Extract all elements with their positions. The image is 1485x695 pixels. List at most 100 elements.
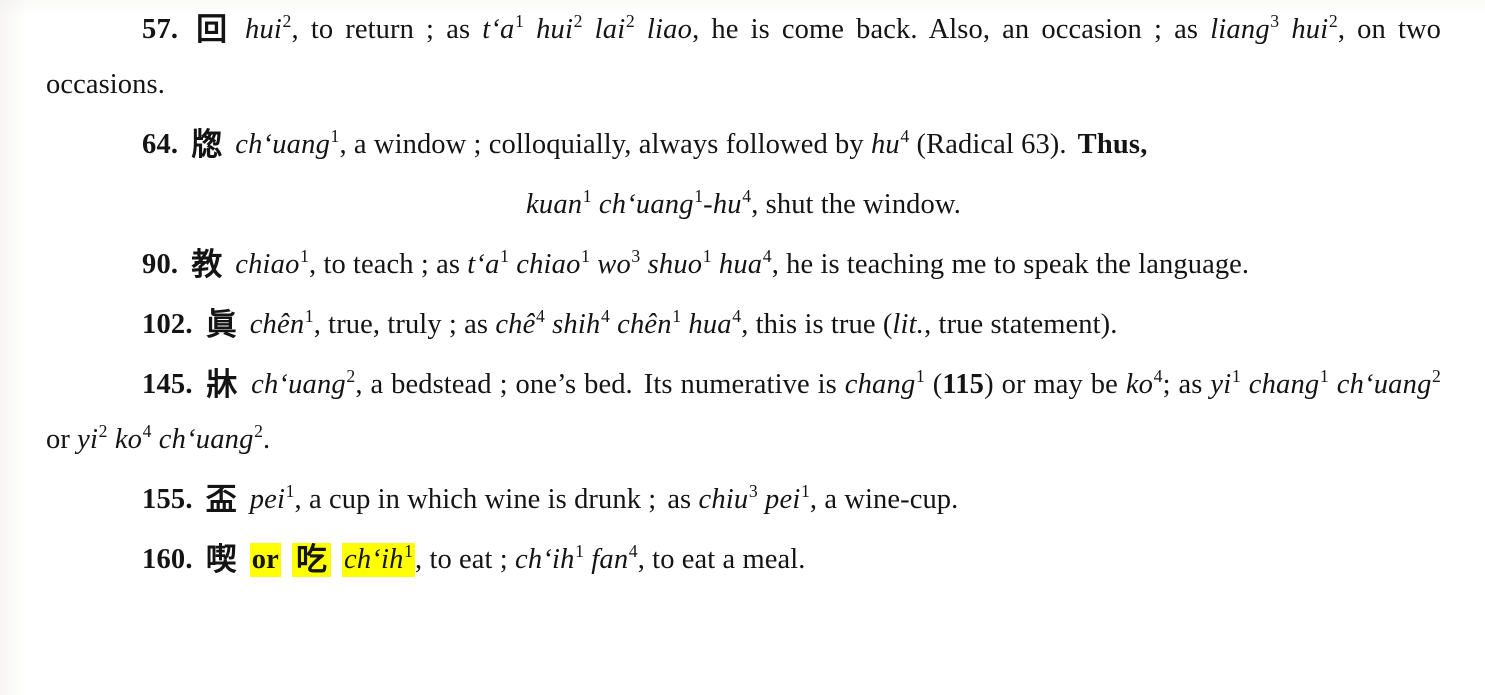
romanization: pei: [765, 484, 801, 515]
tone-mark: 2: [98, 421, 108, 442]
romanization: hua: [718, 249, 763, 280]
hyphen: -: [703, 189, 713, 220]
tone-mark: 4: [600, 306, 610, 327]
romanization: hu: [870, 129, 900, 160]
romanization: ko: [1125, 369, 1154, 400]
romanization: ch‘uang: [158, 424, 254, 455]
dictionary-entry-90: 90. 教 chiao1, to teach ; as t‘a1 chiao1 wo…: [46, 237, 1441, 292]
tone-mark: 1: [915, 366, 925, 387]
tone-mark: 4: [732, 306, 742, 327]
chinese-character: 喫: [205, 542, 237, 578]
entry-number: 90.: [142, 249, 179, 280]
romanization: yi: [77, 424, 99, 455]
lit-abbreviation: lit.: [892, 309, 925, 340]
entry-number: 57.: [142, 14, 179, 45]
definition-text: as: [667, 484, 699, 515]
chinese-character: 教: [191, 247, 223, 283]
definition-text: , to eat ;: [415, 544, 516, 575]
highlight-annotation: ch‘ih1: [342, 541, 415, 577]
tone-mark: 2: [1432, 366, 1441, 387]
highlight-annotation: 吃: [292, 543, 331, 577]
tone-mark: 1: [515, 11, 524, 32]
dictionary-entry-102: 102. 眞 chên1, true, truly ; as chê4 shih4 …: [46, 297, 1441, 352]
chinese-character: 牎: [191, 127, 223, 163]
definition-text: , he is come back.: [692, 14, 918, 45]
tone-mark: 1: [582, 186, 592, 207]
tone-mark: 1: [800, 481, 810, 502]
dictionary-entry-57: 57. 回 hui2, to return ; as t‘a1 hui2 lai2 …: [46, 2, 1441, 112]
tone-mark: 2: [254, 421, 264, 442]
definition-text: , he is teaching me to speak the languag…: [771, 249, 1250, 280]
romanization: chiao: [235, 249, 300, 280]
tone-mark: 2: [573, 11, 583, 32]
tone-mark: 4: [1153, 366, 1163, 387]
definition-text: , true statement).: [924, 309, 1118, 340]
tone-mark: 2: [1328, 11, 1338, 32]
dictionary-entry-64: 64. 牎 ch‘uang1, a window ; colloquially, a…: [46, 117, 1441, 172]
tone-mark: 1: [500, 246, 509, 267]
tone-mark: 1: [300, 246, 309, 267]
chinese-character: 眞: [205, 307, 237, 343]
tone-mark: 3: [748, 481, 758, 502]
romanization: liang: [1210, 14, 1270, 45]
romanization: ch‘uang: [598, 189, 694, 220]
entry-number: 102.: [142, 309, 193, 340]
romanization: yi: [1210, 369, 1232, 400]
definition-text: Thus,: [1077, 129, 1148, 160]
tone-mark: 4: [762, 246, 772, 267]
tone-mark: 1: [702, 246, 712, 267]
romanization: chiao: [516, 249, 581, 280]
definition-text: ) or may be: [984, 369, 1126, 400]
tone-mark: 4: [628, 541, 638, 562]
entry-number: 145.: [142, 369, 193, 400]
tone-mark: 1: [575, 541, 585, 562]
definition-text: (: [924, 369, 943, 400]
definition-text: , a window ; colloquially, always follow…: [339, 129, 871, 160]
tone-mark: 1: [404, 541, 413, 562]
definition-text: , a cup in which wine is drunk ;: [294, 484, 657, 515]
dictionary-entry-64-example: kuan1 ch‘uang1-hu4, shut the window.: [46, 177, 1441, 232]
entry-number: 155.: [142, 484, 193, 515]
romanization: t‘a: [482, 14, 515, 45]
definition-text: , to return ; as: [291, 14, 483, 45]
romanization: chê: [495, 309, 536, 340]
definition-text: or: [46, 424, 78, 455]
romanization: hui: [536, 14, 574, 45]
tone-mark: 1: [672, 306, 682, 327]
definition-text: Also, an occasion ; as: [928, 14, 1211, 45]
romanization: kuan: [526, 189, 583, 220]
definition-text: , to eat a meal.: [637, 544, 806, 575]
alternation-word: or: [251, 544, 279, 575]
tone-mark: 1: [304, 306, 314, 327]
romanization: ch‘ih: [344, 544, 404, 575]
romanization: hu: [712, 189, 742, 220]
definition-text: , shut the window.: [751, 189, 961, 220]
romanization: chên: [617, 309, 672, 340]
definition-text: , this is true (: [741, 309, 893, 340]
tone-mark: 1: [1231, 366, 1241, 387]
romanization: ch‘uang: [235, 129, 331, 160]
highlight-annotation: or: [249, 543, 281, 577]
definition-text: .: [263, 424, 271, 455]
entry-number: 64.: [142, 129, 179, 160]
romanization: chiu: [698, 484, 749, 515]
tone-mark: 4: [742, 186, 752, 207]
document-page: 57. 回 hui2, to return ; as t‘a1 hui2 lai2 …: [0, 0, 1485, 695]
tone-mark: 2: [625, 11, 635, 32]
romanization: ko: [114, 424, 143, 455]
definition-text: Its numerative is: [643, 369, 845, 400]
dictionary-entry-155: 155. 盃 pei1 , a cup in which wine is drunk …: [46, 472, 1441, 527]
document-body: 57. 回 hui2, to return ; as t‘a1 hui2 lai2 …: [46, 2, 1441, 592]
chinese-character: 盃: [205, 482, 237, 518]
romanization: ch‘uang: [1336, 369, 1432, 400]
romanization: chang: [1248, 369, 1320, 400]
romanization: t‘a: [467, 249, 500, 280]
romanization: shih: [552, 309, 601, 340]
chinese-character: 回: [191, 12, 233, 48]
definition-text: , true, truly ; as: [313, 309, 496, 340]
romanization: ch‘uang: [251, 369, 346, 400]
romanization: chên: [249, 309, 305, 340]
cross-reference-number: 115: [942, 369, 985, 400]
romanization: lai: [594, 14, 626, 45]
tone-mark: 1: [694, 186, 704, 207]
